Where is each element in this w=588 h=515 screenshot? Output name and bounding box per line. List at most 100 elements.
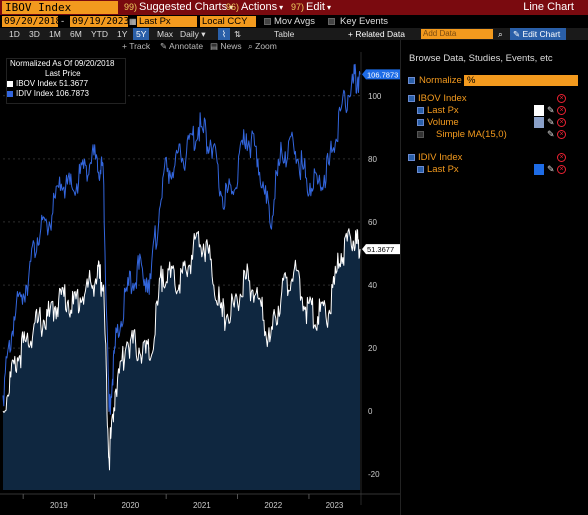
- mov-avgs-checkbox[interactable]: [264, 18, 271, 25]
- end-date-field[interactable]: 09/19/2023: [70, 16, 129, 27]
- period-ytd[interactable]: YTD: [91, 28, 108, 40]
- calendar-icon[interactable]: ▦: [129, 16, 137, 27]
- chart-tools-bar: + Track ✎ Annotate ▤ News ⌕ Zoom: [0, 40, 400, 52]
- ibov-sma-checkbox[interactable]: [417, 131, 424, 138]
- x-tick-label: 2022: [264, 501, 282, 510]
- idiv-last-px-checkbox[interactable]: [417, 166, 424, 173]
- color-swatch[interactable]: [534, 164, 544, 175]
- normalize-checkbox[interactable]: [408, 77, 415, 84]
- zoom-tool[interactable]: ⌕ Zoom: [248, 40, 277, 52]
- color-swatch[interactable]: [534, 105, 544, 116]
- menu-number: 97): [291, 2, 305, 12]
- legend-item-ibov[interactable]: IBOV Index 51.3677: [7, 79, 125, 89]
- pencil-icon[interactable]: ✎: [547, 129, 555, 140]
- line-chart[interactable]: -20020406080100106.787351.3677 2019 2020 2…: [0, 40, 400, 515]
- period-1y[interactable]: 1Y: [117, 28, 127, 40]
- y-tick-label: 20: [368, 344, 377, 353]
- period-3d[interactable]: 3D: [29, 28, 40, 40]
- menu-number: 99): [124, 2, 138, 12]
- period-6m[interactable]: 6M: [70, 28, 82, 40]
- x-axis: 2019 2020 2021 2022 2023: [22, 494, 344, 510]
- annotate-tool[interactable]: ✎ Annotate: [160, 40, 203, 52]
- chart-legend: Normalized As Of 09/20/2018 Last Price I…: [6, 58, 126, 104]
- close-icon[interactable]: ×: [557, 130, 566, 139]
- menu-label: Edit: [306, 1, 325, 13]
- interval-icon[interactable]: ⇅: [234, 28, 241, 40]
- period-max[interactable]: Max: [157, 28, 173, 40]
- legend-series-name: IDIV Index: [16, 89, 54, 98]
- edit-chart-button[interactable]: ✎ Edit Chart: [510, 28, 566, 40]
- normalize-value-field[interactable]: %: [464, 75, 578, 86]
- pencil-icon[interactable]: ✎: [547, 105, 555, 116]
- idiv-last-value-tag: 106.7873: [362, 69, 400, 80]
- related-data-button[interactable]: + Related Data: [348, 28, 412, 40]
- close-icon[interactable]: ×: [557, 153, 566, 162]
- idiv-checkbox[interactable]: [408, 154, 415, 161]
- ticker-field[interactable]: IBOV Index: [2, 1, 118, 14]
- legend-swatch: [7, 80, 13, 87]
- close-icon[interactable]: ×: [557, 94, 566, 103]
- legend-series-name: IBOV Index: [16, 79, 57, 88]
- legend-subheader: Last Price: [45, 69, 81, 78]
- news-tool[interactable]: ▤ News: [210, 40, 242, 52]
- plot-area: [2, 63, 361, 490]
- key-events-label: Key Events: [340, 16, 389, 27]
- browse-prompt[interactable]: Browse Data, Studies, Events, etc: [409, 53, 553, 64]
- svg-text:106.7873: 106.7873: [367, 70, 398, 79]
- currency-select[interactable]: Local CCY: [200, 16, 256, 27]
- period-bar: 1D 3D 1M 6M YTD 1Y 5Y Max Daily ▾ ⌇ ⇅ Ta…: [0, 28, 588, 40]
- actions-menu[interactable]: 96) Actions ▾: [226, 0, 283, 15]
- pencil-icon[interactable]: ✎: [547, 164, 555, 175]
- line-style-icon[interactable]: ⌇: [218, 28, 230, 40]
- menu-label: Actions: [241, 1, 278, 13]
- start-date-field[interactable]: 09/20/2018: [2, 16, 61, 27]
- close-icon[interactable]: ×: [557, 118, 566, 127]
- period-1m[interactable]: 1M: [49, 28, 61, 40]
- y-axis: -20 0 20 40 60 80 100 106.7873 51.3677: [362, 69, 400, 479]
- x-tick-label: 2023: [326, 501, 344, 510]
- track-tool[interactable]: + Track: [122, 40, 150, 52]
- chart-settings-panel: Browse Data, Studies, Events, etc Normal…: [400, 40, 588, 515]
- y-tick-label: -20: [368, 470, 380, 479]
- frequency-select[interactable]: Daily ▾: [180, 28, 206, 40]
- chevron-down-icon: ▾: [201, 29, 206, 39]
- news-icon: ▤: [210, 41, 219, 51]
- color-swatch[interactable]: [534, 117, 544, 128]
- table-button[interactable]: Table: [274, 28, 294, 40]
- legend-header: Normalized As Of 09/20/2018: [10, 59, 115, 68]
- ibov-volume-checkbox[interactable]: [417, 119, 424, 126]
- period-5y[interactable]: 5Y: [133, 28, 150, 40]
- idiv-group-title: IDIV Index: [418, 152, 463, 163]
- date-separator: -: [61, 16, 65, 27]
- zoom-label: Zoom: [255, 41, 277, 51]
- ibov-last-px-checkbox[interactable]: [417, 107, 424, 114]
- chevron-down-icon: ▾: [326, 3, 331, 12]
- period-1d[interactable]: 1D: [9, 28, 20, 40]
- close-icon[interactable]: ×: [557, 106, 566, 115]
- pencil-icon[interactable]: ✎: [547, 117, 555, 128]
- field-select[interactable]: Last Px: [137, 16, 197, 27]
- search-icon[interactable]: ⌕: [498, 28, 503, 40]
- y-tick-label: 40: [368, 281, 377, 290]
- mov-avgs-label: Mov Avgs: [274, 16, 316, 27]
- ibov-last-value-tag: 51.3677: [362, 244, 400, 255]
- chart-type-title: Line Chart: [523, 1, 574, 13]
- edit-chart-label: Edit Chart: [522, 29, 561, 39]
- y-tick-label: 100: [368, 92, 382, 101]
- legend-series-value: 51.3677: [59, 79, 89, 88]
- x-tick-label: 2021: [193, 501, 211, 510]
- news-label: News: [220, 41, 242, 51]
- legend-item-idiv[interactable]: IDIV Index 106.7873: [7, 89, 125, 99]
- idiv-last-px-label: Last Px: [427, 164, 459, 175]
- edit-menu[interactable]: 97) Edit ▾: [291, 0, 331, 15]
- key-events-checkbox[interactable]: [328, 18, 335, 25]
- ibov-checkbox[interactable]: [408, 95, 415, 102]
- close-icon[interactable]: ×: [557, 165, 566, 174]
- y-tick-label: 60: [368, 218, 377, 227]
- date-controls-bar: 09/20/2018 - 09/19/2023 ▦ Last Px Local …: [0, 15, 588, 28]
- chevron-down-icon: ▾: [279, 3, 284, 12]
- add-data-input[interactable]: Add Data: [421, 29, 493, 39]
- suggested-charts-menu[interactable]: 99) Suggested Charts ▾: [124, 0, 233, 15]
- menu-label: Suggested Charts: [139, 1, 228, 13]
- y-tick-label: 80: [368, 155, 377, 164]
